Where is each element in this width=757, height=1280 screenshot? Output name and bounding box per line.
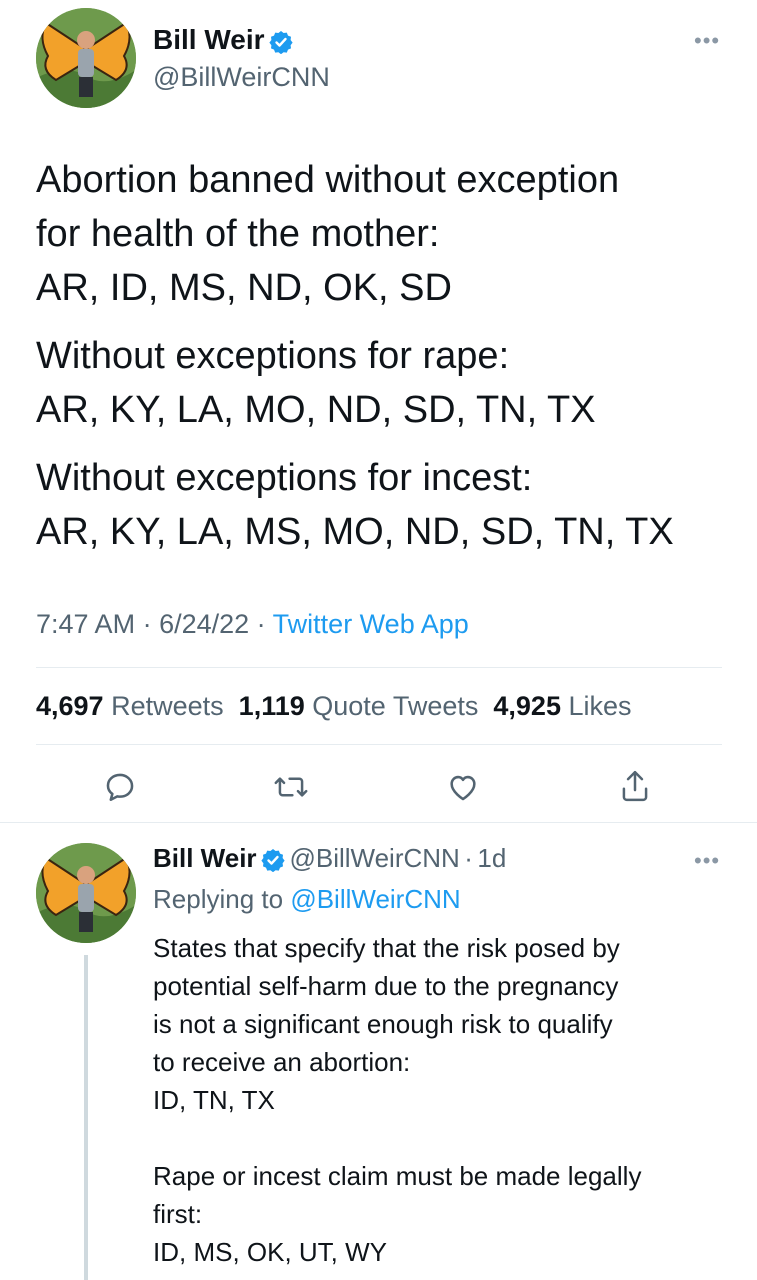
reply-line: ID, TN, TX — [153, 1085, 275, 1115]
verified-badge-icon — [269, 30, 293, 59]
author-name-row: Bill Weir — [153, 24, 293, 59]
reply-line: Rape or incest claim must be made legall… — [153, 1161, 642, 1191]
reply-author-handle[interactable]: @BillWeirCNN — [289, 843, 459, 873]
replying-prefix: Replying to — [153, 884, 284, 914]
replying-handle-link[interactable]: @BillWeirCNN — [290, 884, 460, 914]
reply-line: States that specify that the risk posed … — [153, 933, 620, 963]
reply-line: potential self-harm due to the pregnancy — [153, 971, 619, 1001]
tweet-line: Without exceptions for rape: — [36, 335, 510, 377]
retweets-stat[interactable]: 4,697 Retweets — [36, 691, 224, 721]
verified-badge-icon — [261, 848, 285, 877]
tweet-line: AR, KY, LA, MS, MO, ND, SD, TN, TX — [36, 511, 674, 553]
divider — [36, 667, 722, 668]
tweet-date[interactable]: 6/24/22 — [159, 609, 249, 639]
like-icon[interactable] — [445, 770, 481, 804]
divider — [36, 744, 722, 745]
reply-line: to receive an abortion: — [153, 1047, 411, 1077]
retweet-icon[interactable] — [273, 770, 309, 804]
more-horizontal-icon[interactable]: ••• — [694, 28, 720, 54]
reply-author-name[interactable]: Bill Weir — [153, 843, 257, 873]
reply-line: is not a significant enough risk to qual… — [153, 1009, 613, 1039]
tweet-line: Without exceptions for incest: — [36, 457, 533, 499]
share-icon[interactable] — [618, 768, 652, 804]
divider — [0, 822, 757, 823]
tweet-stats: 4,697 Retweets 1,119 Quote Tweets 4,925 … — [36, 691, 632, 722]
quote-tweets-stat[interactable]: 1,119 Quote Tweets — [239, 691, 479, 721]
tweet-line: for health of the mother: — [36, 213, 440, 255]
author-name[interactable]: Bill Weir — [153, 24, 265, 55]
reply-header: Bill Weir @BillWeirCNN · 1d — [153, 843, 506, 877]
reply-line: ID, MS, OK, UT, WY — [153, 1237, 388, 1267]
tweet-time[interactable]: 7:47 AM — [36, 609, 135, 639]
tweet-line: AR, ID, MS, ND, OK, SD — [36, 267, 452, 309]
tweet-source[interactable]: Twitter Web App — [273, 609, 469, 639]
tweet-meta: 7:47 AM · 6/24/22 · Twitter Web App — [36, 609, 469, 639]
reply-author-avatar[interactable] — [36, 843, 136, 943]
reply-icon[interactable] — [103, 770, 137, 804]
reply-text: States that specify that the risk posed … — [153, 929, 743, 1271]
tweet-line: Abortion banned without exception — [36, 159, 620, 201]
reply-age[interactable]: 1d — [477, 843, 506, 873]
author-handle[interactable]: @BillWeirCNN — [153, 62, 330, 93]
thread-line — [84, 955, 88, 1280]
replying-to: Replying to @BillWeirCNN — [153, 884, 461, 915]
tweet-line: AR, KY, LA, MO, ND, SD, TN, TX — [36, 389, 596, 431]
reply-line: first: — [153, 1199, 203, 1229]
tweet-text: Abortion banned without exception for he… — [36, 153, 736, 559]
more-horizontal-icon[interactable]: ••• — [694, 848, 720, 874]
likes-stat[interactable]: 4,925 Likes — [493, 691, 631, 721]
reply-line — [153, 1119, 743, 1157]
author-avatar[interactable] — [36, 8, 136, 108]
